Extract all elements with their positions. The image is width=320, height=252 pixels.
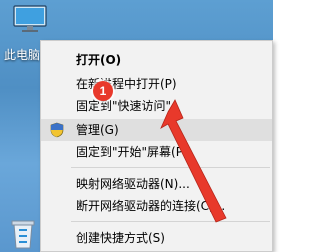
menu-item-create-shortcut-label: 创建快捷方式(S) <box>76 231 165 245</box>
step-number-badge: 1 <box>93 81 113 101</box>
menu-item-pin-quick-access-label: 固定到"快速访问" <box>76 99 172 113</box>
menu-item-pin-start[interactable]: 固定到"开始"屏幕(P) <box>41 141 272 163</box>
menu-item-create-shortcut[interactable]: 创建快捷方式(S) <box>41 227 272 249</box>
menu-item-open-new-process-label: 在新进程中打开(P) <box>76 77 177 91</box>
menu-item-map-network-drive-label: 映射网络驱动器(N)... <box>76 177 190 191</box>
menu-item-pin-quick-access[interactable]: 固定到"快速访问" <box>41 95 272 117</box>
menu-item-open-label: 打开(O) <box>76 53 122 67</box>
menu-item-open[interactable]: 打开(O) <box>41 49 272 71</box>
desktop-background: 此电脑 打开(O) 在新进程中打开(P) 固定到"快速访问" 管理(G) 固定到… <box>0 0 273 252</box>
uac-shield-icon <box>50 122 64 138</box>
menu-item-pin-start-label: 固定到"开始"屏幕(P) <box>76 145 188 159</box>
menu-separator <box>71 167 270 168</box>
menu-item-disconnect-network-drive-label: 断开网络驱动器的连接(C)... <box>76 199 226 213</box>
this-pc-label: 此电脑 <box>4 48 41 62</box>
menu-item-disconnect-network-drive[interactable]: 断开网络驱动器的连接(C)... <box>41 195 272 217</box>
computer-icon <box>13 5 47 32</box>
menu-item-manage-label: 管理(G) <box>76 123 119 137</box>
menu-separator <box>71 221 270 222</box>
menu-item-open-new-process[interactable]: 在新进程中打开(P) <box>41 73 272 95</box>
recycle-bin-icon[interactable] <box>8 216 38 250</box>
menu-item-manage[interactable]: 管理(G) <box>41 119 272 141</box>
context-menu: 打开(O) 在新进程中打开(P) 固定到"快速访问" 管理(G) 固定到"开始"… <box>40 40 273 252</box>
menu-item-map-network-drive[interactable]: 映射网络驱动器(N)... <box>41 173 272 195</box>
